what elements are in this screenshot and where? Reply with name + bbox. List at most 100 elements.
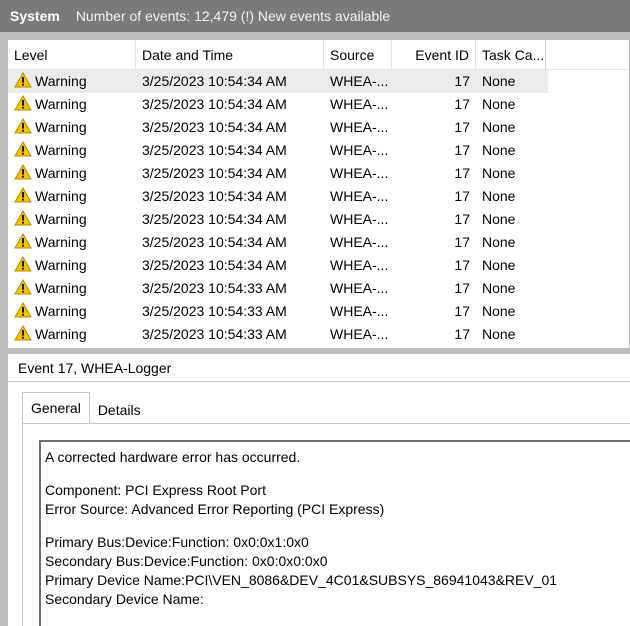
cell-level: Warning: [8, 70, 136, 93]
warning-icon: [14, 140, 32, 157]
description-line: Secondary Bus:Device:Function: 0x0:0x0:0…: [45, 553, 328, 569]
cell-event-id: 17: [454, 211, 470, 227]
table-row[interactable]: Warning 3/25/2023 10:54:34 AM WHEA-... 17 No…: [8, 70, 548, 93]
cell-date: 3/25/2023 10:54:34 AM: [142, 234, 287, 250]
cell-event-id: 17: [454, 73, 470, 89]
cell-level: Warning: [8, 162, 136, 185]
level-text: Warning: [35, 257, 87, 273]
description-line: Primary Device Name:PCI\VEN_8086&DEV_4C0…: [45, 572, 558, 588]
event-count: Number of events: 12,479 (!) New events …: [75, 8, 391, 24]
cell-event-id: 17: [454, 119, 470, 135]
table-row[interactable]: Warning 3/25/2023 10:54:34 AM WHEA-... 17 No…: [8, 185, 629, 208]
cell-event-id: 17: [454, 142, 470, 158]
cell-task-category: None: [482, 119, 516, 135]
column-header-date[interactable]: Date and Time: [136, 40, 324, 70]
general-tab-body: A corrected hardware error has occurred.…: [22, 423, 630, 626]
table-row[interactable]: Warning 3/25/2023 10:54:34 AM WHEA-... 17 No…: [8, 93, 629, 116]
event-rows: Warning 3/25/2023 10:54:34 AM WHEA-... 17 No…: [8, 70, 629, 346]
level-text: Warning: [35, 96, 87, 112]
level-text: Warning: [35, 326, 87, 342]
level-text: Warning: [35, 188, 87, 204]
description-line: Primary Bus:Device:Function: 0x0:0x1:0x0: [45, 534, 309, 550]
column-header-source[interactable]: Source: [324, 40, 392, 70]
cell-source: WHEA-...: [330, 73, 389, 89]
cell-date: 3/25/2023 10:54:34 AM: [142, 142, 287, 158]
tab-general[interactable]: General: [22, 392, 90, 424]
event-list-header: Level Date and Time Source Event ID Task…: [8, 40, 629, 70]
cell-level: Warning: [8, 139, 136, 162]
level-text: Warning: [35, 165, 87, 181]
cell-source: WHEA-...: [330, 280, 389, 296]
cell-date: 3/25/2023 10:54:34 AM: [142, 211, 287, 227]
cell-source: WHEA-...: [330, 303, 389, 319]
table-row[interactable]: Warning 3/25/2023 10:54:34 AM WHEA-... 17 No…: [8, 231, 629, 254]
column-header-level[interactable]: Level: [8, 40, 136, 70]
cell-source: WHEA-...: [330, 211, 389, 227]
level-text: Warning: [35, 119, 87, 135]
event-list[interactable]: Level Date and Time Source Event ID Task…: [0, 32, 630, 348]
cell-task-category: None: [482, 211, 516, 227]
level-text: Warning: [35, 142, 87, 158]
cell-source: WHEA-...: [330, 119, 389, 135]
cell-source: WHEA-...: [330, 234, 389, 250]
description-line: Component: PCI Express Root Port: [45, 482, 266, 498]
level-text: Warning: [35, 280, 87, 296]
cell-date: 3/25/2023 10:54:34 AM: [142, 96, 287, 112]
warning-icon: [14, 324, 32, 341]
cell-source: WHEA-...: [330, 142, 389, 158]
level-text: Warning: [35, 73, 87, 89]
log-name: System: [10, 8, 60, 24]
event-description[interactable]: A corrected hardware error has occurred.…: [39, 440, 630, 626]
description-line: Secondary Device Name:: [45, 591, 204, 607]
cell-level: Warning: [8, 231, 136, 254]
tab-details[interactable]: Details: [90, 396, 149, 424]
column-header-task-category[interactable]: Task Ca...: [476, 40, 546, 70]
cell-level: Warning: [8, 116, 136, 139]
cell-date: 3/25/2023 10:54:33 AM: [142, 280, 287, 296]
cell-source: WHEA-...: [330, 257, 389, 273]
cell-event-id: 17: [454, 326, 470, 342]
table-row[interactable]: Warning 3/25/2023 10:54:34 AM WHEA-... 17 No…: [8, 254, 629, 277]
cell-level: Warning: [8, 277, 136, 300]
warning-icon: [14, 186, 32, 203]
cell-source: WHEA-...: [330, 165, 389, 181]
table-row[interactable]: Warning 3/25/2023 10:54:34 AM WHEA-... 17 No…: [8, 208, 629, 231]
warning-icon: [14, 255, 32, 272]
cell-level: Warning: [8, 300, 136, 323]
cell-date: 3/25/2023 10:54:33 AM: [142, 326, 287, 342]
cell-task-category: None: [482, 303, 516, 319]
table-row[interactable]: Warning 3/25/2023 10:54:33 AM WHEA-... 17 No…: [8, 300, 629, 323]
cell-event-id: 17: [454, 188, 470, 204]
cell-event-id: 17: [454, 96, 470, 112]
cell-source: WHEA-...: [330, 188, 389, 204]
column-header-event-id[interactable]: Event ID: [392, 40, 476, 70]
cell-level: Warning: [8, 208, 136, 231]
cell-source: WHEA-...: [330, 326, 389, 342]
cell-task-category: None: [482, 280, 516, 296]
cell-task-category: None: [482, 188, 516, 204]
warning-icon: [14, 94, 32, 111]
level-text: Warning: [35, 211, 87, 227]
detail-tabs: General Details: [22, 392, 149, 424]
level-text: Warning: [35, 303, 87, 319]
table-row[interactable]: Warning 3/25/2023 10:54:34 AM WHEA-... 17 No…: [8, 116, 629, 139]
cell-event-id: 17: [454, 257, 470, 273]
table-row[interactable]: Warning 3/25/2023 10:54:33 AM WHEA-... 17 No…: [8, 323, 629, 346]
description-line: A corrected hardware error has occurred.: [45, 449, 301, 465]
cell-date: 3/25/2023 10:54:34 AM: [142, 257, 287, 273]
table-row[interactable]: Warning 3/25/2023 10:54:33 AM WHEA-... 17 No…: [8, 277, 629, 300]
description-line: Error Source: Advanced Error Reporting (…: [45, 501, 385, 517]
table-row[interactable]: Warning 3/25/2023 10:54:34 AM WHEA-... 17 No…: [8, 162, 629, 185]
cell-source: WHEA-...: [330, 96, 389, 112]
table-row[interactable]: Warning 3/25/2023 10:54:34 AM WHEA-... 17 No…: [8, 139, 629, 162]
cell-task-category: None: [482, 142, 516, 158]
level-text: Warning: [35, 234, 87, 250]
warning-icon: [14, 232, 32, 249]
event-detail-pane: Event 17, WHEA-Logger General Details A …: [0, 354, 630, 626]
cell-date: 3/25/2023 10:54:33 AM: [142, 303, 287, 319]
cell-event-id: 17: [454, 280, 470, 296]
warning-icon: [14, 71, 32, 88]
warning-icon: [14, 163, 32, 180]
warning-icon: [14, 301, 32, 318]
warning-icon: [14, 209, 32, 226]
